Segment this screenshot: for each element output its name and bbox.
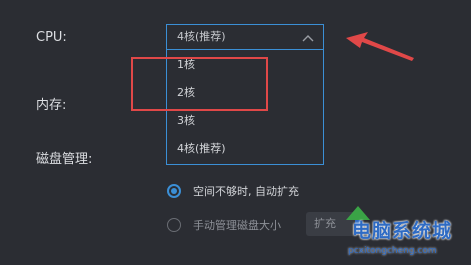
auto-expand-radio[interactable] <box>167 184 181 198</box>
chevron-up-icon <box>301 30 315 44</box>
watermark: 电脑系统城 pcxitongcheng.com <box>338 204 471 265</box>
annotation-arrow <box>346 32 414 61</box>
manual-disk-radio[interactable] <box>167 218 181 232</box>
cpu-option-3[interactable]: 3核 <box>177 112 317 130</box>
cpu-select-value: 4核(推荐) <box>177 30 226 43</box>
cpu-select[interactable]: 4核(推荐) <box>166 24 324 50</box>
auto-expand-label: 空间不够时, 自动扩充 <box>193 185 299 198</box>
watermark-text: 电脑系统城 <box>352 220 453 242</box>
memory-label: 内存: <box>36 98 67 113</box>
cpu-option-4[interactable]: 4核(推荐) <box>177 140 317 158</box>
watermark-url: pcxitongcheng.com <box>348 246 437 256</box>
manual-disk-label: 手动管理磁盘大小 <box>193 219 281 232</box>
cpu-label: CPU: <box>36 30 67 45</box>
highlight-box <box>131 57 268 111</box>
disk-management-label: 磁盘管理: <box>36 152 93 167</box>
